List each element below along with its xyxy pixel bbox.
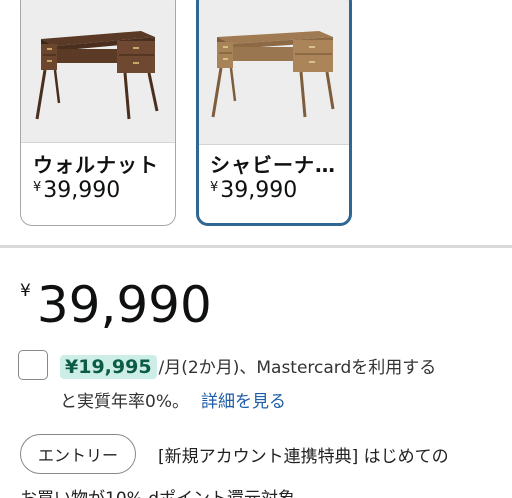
- section-divider: [0, 245, 512, 248]
- monthly-amount-badge: ¥19,995: [60, 355, 157, 379]
- product-image-shabby-desk: [199, 0, 349, 145]
- promo-text: [新規アカウント連携特典] はじめての: [158, 447, 449, 467]
- variant-price: ¥39,990: [210, 178, 298, 203]
- variant-card-shabby[interactable]: シャビーナ… ¥39,990: [196, 0, 352, 226]
- promo-text-2: お買い物が10% dポイント還元対象: [20, 484, 295, 498]
- installment-text: ¥19,995/月(2か月)、Mastercardを利用する: [60, 353, 436, 379]
- currency-symbol: ¥: [20, 281, 31, 301]
- variant-card-walnut[interactable]: ウォルナット ¥39,990: [20, 0, 176, 226]
- variant-name: シャビーナ…: [210, 153, 336, 177]
- variant-name: ウォルナット: [33, 153, 159, 177]
- product-image-walnut-desk: [21, 0, 175, 143]
- installment-checkbox[interactable]: [18, 350, 48, 380]
- price-amount: 39,990: [36, 276, 212, 334]
- installment-text-2: と実質年率0%。 詳細を見る: [60, 392, 286, 412]
- variant-price: ¥39,990: [33, 178, 121, 203]
- details-link[interactable]: 詳細を見る: [201, 392, 286, 412]
- product-price: ¥39,990: [20, 276, 212, 334]
- entry-button[interactable]: エントリー: [20, 434, 136, 474]
